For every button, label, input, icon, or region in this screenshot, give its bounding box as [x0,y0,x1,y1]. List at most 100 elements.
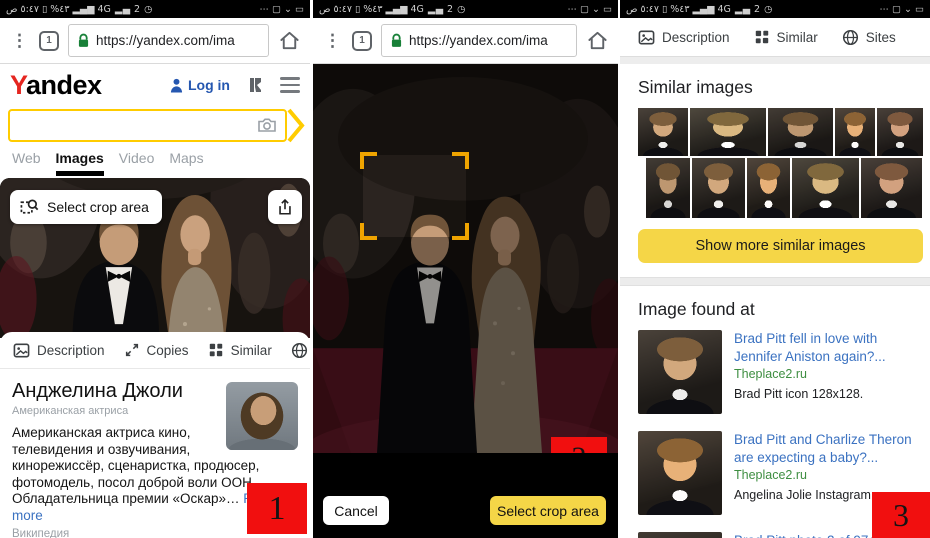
red-carpet-photo [313,64,618,453]
entity-portrait[interactable] [226,382,298,450]
address-bar[interactable]: https://yandex.com/ima [68,24,269,57]
status-right: ⋯ ▢ ⌄ ▭ [260,4,304,15]
image-viewer: Select crop area [0,178,310,338]
grid-icon [754,29,770,45]
annotation-badge-2: 2 [551,437,607,453]
similar-image-thumb[interactable] [690,108,766,156]
status-bar: ص ٥:٤٧ ▯ %٤٣ ▂▄▆ 4G ▂▄ 2 ◷ ⋯ ▢ ⌄ ▭ [620,0,930,18]
section-divider [620,277,930,286]
result-link[interactable]: Brad Pitt fell in love with Jennifer Ani… [734,330,924,366]
similar-image-thumb[interactable] [835,108,875,156]
result-link[interactable]: Brad Pitt and Charlize Theron are expect… [734,431,924,467]
grid-icon [208,342,224,358]
crop-editor-canvas[interactable]: 2 [313,64,618,453]
status-left: ص ٥:٤٧ ▯ %٤٣ ▂▄▆ 4G ▂▄ 2 ◷ [6,4,153,15]
crop-selection-window[interactable] [363,155,466,237]
menu-kebab-icon[interactable]: ⋮ [9,32,30,49]
phone-screen-1: ص ٥:٤٧ ▯ %٤٣ ▂▄▆ 4G ▂▄ 2 ◷ ⋯ ▢ ⌄ ▭ ⋮ 1 h… [0,0,310,538]
share-icon [276,198,294,216]
similar-image-thumb[interactable] [768,108,833,156]
browser-toolbar: ⋮ 1 https://yandex.com/ima [0,18,310,64]
similar-image-thumb[interactable] [692,158,745,218]
similar-image-thumb[interactable] [646,158,690,218]
crop-corner-bottom-left[interactable] [360,223,377,240]
tab-description[interactable]: Description [638,29,730,46]
home-icon[interactable] [586,29,609,52]
tab-copies[interactable]: Copies [124,342,189,358]
result-description: Brad Pitt icon 128x128. [734,387,924,401]
select-crop-area-button[interactable]: Select crop area [490,496,606,525]
tab-sites[interactable]: Sites [291,342,310,359]
browser-toolbar: ⋮ 1 https://yandex.com/ima [313,18,618,64]
section-divider [620,57,930,64]
annotation-badge-3: 3 [872,492,930,538]
similar-image-thumb[interactable] [792,158,859,218]
search-arrow-icon[interactable] [287,107,306,144]
tab-images[interactable]: Images [56,150,104,176]
tab-similar[interactable]: Similar [754,29,818,45]
menu-kebab-icon[interactable]: ⋮ [322,32,343,49]
image-found-at-heading: Image found at [638,299,930,320]
tab-description[interactable]: Description [13,342,105,359]
info-tab-strip: Description Copies Similar Sites [0,332,310,369]
url-text: https://yandex.com/ima [96,33,235,48]
status-bar: ص ٥:٤٧ ▯ %٤٣ ▂▄▆ 4G ▂▄ 2 ◷ ⋯ ▢ ⌄ ▭ [0,0,310,18]
yandex-header: Yandex Log in [0,64,310,106]
tab-similar[interactable]: Similar [208,342,272,358]
result-thumb[interactable] [638,431,722,515]
tab-maps[interactable]: Maps [169,150,203,171]
login-button[interactable]: Log in [170,77,230,93]
expand-arrows-icon [124,342,140,358]
url-text: https://yandex.com/ima [409,33,548,48]
result-domain: Theplace2.ru [734,468,924,482]
crop-search-icon [20,198,39,217]
tab-web[interactable]: Web [12,150,41,171]
tab-counter-button[interactable]: 1 [39,31,59,51]
camera-icon[interactable] [257,117,277,133]
crop-corner-bottom-right[interactable] [452,223,469,240]
select-crop-area-button[interactable]: Select crop area [10,190,162,224]
similar-images-heading: Similar images [638,77,930,98]
result-item: Brad Pitt fell in love with Jennifer Ani… [638,330,924,414]
info-tab-strip: Description Similar Sites [620,18,930,57]
tab-counter-button[interactable]: 1 [352,31,372,51]
status-left: ص ٥:٤٧ ▯ %٤٣ ▂▄▆ 4G ▂▄ 2 ◷ [626,4,773,15]
search-row [0,106,310,144]
result-domain: Theplace2.ru [734,367,924,381]
show-more-similar-button[interactable]: Show more similar images [638,229,923,263]
picture-icon [638,29,655,46]
tab-sites[interactable]: Sites [842,29,896,46]
home-icon[interactable] [278,29,301,52]
annotation-badge-1: 1 [247,483,307,534]
picture-icon [13,342,30,359]
lock-icon [391,33,402,48]
share-button[interactable] [268,190,302,224]
similar-image-thumb[interactable] [877,108,923,156]
search-input[interactable] [8,109,287,142]
phone-screen-2: ص ٥:٤٧ ▯ %٤٣ ▂▄▆ 4G ▂▄ 2 ◷ ⋯ ▢ ⌄ ▭ ⋮ 1 h… [313,0,618,538]
globe-icon [842,29,859,46]
yandex-logo[interactable]: Yandex [10,70,102,101]
lock-icon [78,33,89,48]
crop-corner-top-right[interactable] [452,152,469,169]
tab-video[interactable]: Video [119,150,155,171]
cancel-button[interactable]: Cancel [323,496,389,525]
similar-image-thumb[interactable] [861,158,922,218]
address-bar[interactable]: https://yandex.com/ima [381,24,577,57]
result-thumb[interactable] [638,330,722,414]
yandex-collections-icon[interactable] [246,76,264,94]
status-left: ص ٥:٤٧ ▯ %٤٣ ▂▄▆ 4G ▂▄ 2 ◷ [319,4,466,15]
screenshot-root: ص ٥:٤٧ ▯ %٤٣ ▂▄▆ 4G ▂▄ 2 ◷ ⋯ ▢ ⌄ ▭ ⋮ 1 h… [0,0,930,538]
status-right: ⋯ ▢ ⌄ ▭ [568,4,612,15]
similar-images-grid [638,108,926,218]
globe-icon [291,342,308,359]
crop-corner-top-left[interactable] [360,152,377,169]
similar-image-thumb[interactable] [747,158,790,218]
phone-screen-3: ص ٥:٤٧ ▯ %٤٣ ▂▄▆ 4G ▂▄ 2 ◷ ⋯ ▢ ⌄ ▭ Descr… [620,0,930,538]
result-info-card: Description Copies Similar Sites Анджели… [0,332,310,534]
person-icon [170,78,183,93]
similar-image-thumb[interactable] [638,108,688,156]
result-thumb[interactable] [638,532,722,538]
status-bar: ص ٥:٤٧ ▯ %٤٣ ▂▄▆ 4G ▂▄ 2 ◷ ⋯ ▢ ⌄ ▭ [313,0,618,18]
hamburger-menu-icon[interactable] [280,77,300,93]
